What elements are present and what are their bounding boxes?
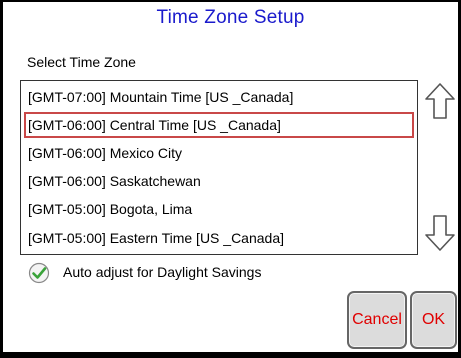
time-zone-option[interactable]: [GMT-07:00] Mountain Time [US _Canada]	[24, 85, 414, 111]
select-time-zone-label: Select Time Zone	[27, 54, 136, 70]
time-zone-option[interactable]: [GMT-06:00] Mexico City	[24, 141, 414, 167]
time-zone-option[interactable]: [GMT-05:00] Bogota, Lima	[24, 197, 414, 223]
arrow-up-icon	[425, 83, 455, 119]
checkmark-icon	[28, 262, 50, 284]
scroll-up-button[interactable]	[423, 82, 457, 120]
time-zone-list[interactable]: [GMT-07:00] Mountain Time [US _Canada] […	[20, 80, 418, 255]
cancel-button[interactable]: Cancel	[347, 291, 407, 349]
daylight-savings-label: Auto adjust for Daylight Savings	[63, 264, 262, 280]
daylight-savings-checkbox[interactable]	[28, 262, 50, 284]
ok-button[interactable]: OK	[410, 291, 457, 349]
page-title: Time Zone Setup	[156, 7, 305, 28]
time-zone-setup-screen: Time Zone Setup Select Time Zone [GMT-07…	[0, 0, 461, 358]
arrow-down-icon	[425, 215, 455, 251]
time-zone-option[interactable]: [GMT-05:00] Eastern Time [US _Canada]	[24, 226, 414, 252]
scroll-down-button[interactable]	[423, 214, 457, 252]
time-zone-option-selected[interactable]: [GMT-06:00] Central Time [US _Canada]	[24, 112, 414, 138]
time-zone-option[interactable]: [GMT-06:00] Saskatchewan	[24, 169, 414, 195]
bottom-toolbar-edge	[3, 352, 458, 358]
